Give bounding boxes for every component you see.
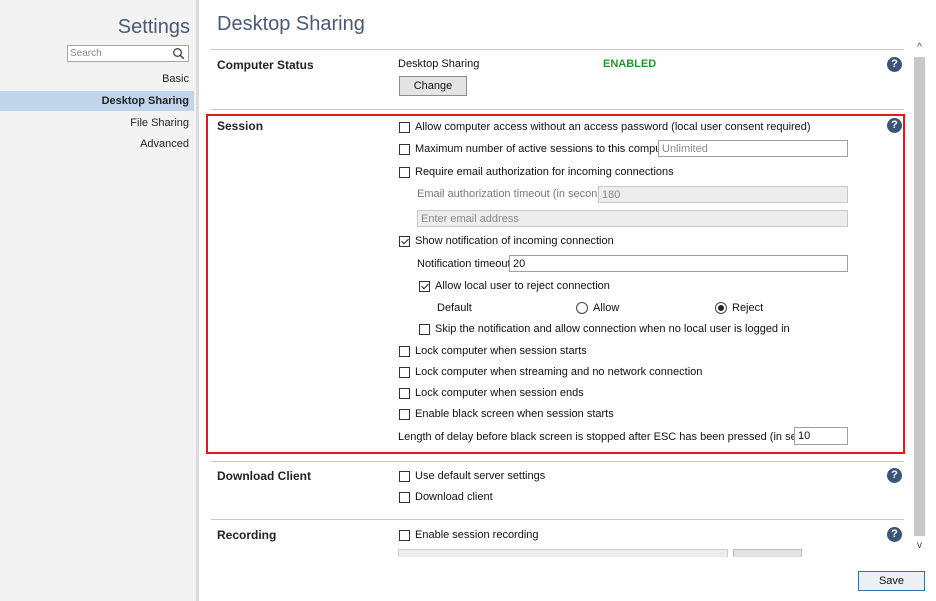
page-title: Desktop Sharing	[217, 13, 365, 35]
status-badge: ENABLED	[603, 58, 657, 70]
highlight-frame	[206, 114, 905, 454]
divider	[211, 109, 904, 110]
use-default-server-checkbox[interactable]	[399, 470, 410, 482]
sidebar-item-desktop-sharing[interactable]: Desktop Sharing	[0, 91, 194, 111]
enable-recording-checkbox[interactable]	[399, 529, 410, 541]
desktop-sharing-label: Desktop Sharing	[398, 58, 480, 70]
download-client-title: Download Client	[217, 469, 311, 483]
sidebar-item-advanced[interactable]: Advanced	[0, 134, 194, 154]
enable-recording-option[interactable]: Enable session recording	[399, 528, 539, 542]
download-client-label: Download client	[415, 491, 493, 503]
sidebar-title: Settings	[117, 16, 190, 38]
sidebar-item-basic[interactable]: Basic	[0, 69, 194, 89]
change-button[interactable]: Change	[399, 76, 467, 96]
scrollbar-thumb[interactable]	[914, 57, 925, 536]
use-default-server-label: Use default server settings	[415, 470, 546, 482]
divider	[211, 461, 904, 462]
download-client-option[interactable]: Download client	[399, 490, 493, 504]
help-icon[interactable]: ?	[887, 527, 902, 542]
help-icon[interactable]: ?	[887, 57, 902, 72]
use-default-server-option[interactable]: Use default server settings	[399, 469, 545, 483]
sidebar: Settings Basic Desktop Sharing File Shar…	[0, 0, 196, 601]
enable-recording-label: Enable session recording	[415, 529, 539, 541]
search-icon[interactable]	[172, 47, 185, 60]
divider	[211, 519, 904, 520]
help-icon[interactable]: ?	[887, 468, 902, 483]
scroll-down-icon[interactable]: v	[913, 540, 926, 551]
recording-title: Recording	[217, 528, 277, 542]
scroll-up-icon[interactable]: ^	[913, 42, 926, 53]
sidebar-divider	[196, 0, 199, 601]
divider	[211, 49, 904, 50]
save-button[interactable]: Save	[858, 571, 925, 591]
search-box	[67, 45, 189, 62]
search-input[interactable]	[68, 46, 170, 61]
recording-browse-button[interactable]	[733, 549, 802, 557]
download-client-checkbox[interactable]	[399, 491, 410, 503]
sidebar-item-file-sharing[interactable]: File Sharing	[0, 113, 194, 133]
recording-path-input[interactable]	[398, 549, 728, 557]
computer-status-title: Computer Status	[217, 58, 314, 72]
